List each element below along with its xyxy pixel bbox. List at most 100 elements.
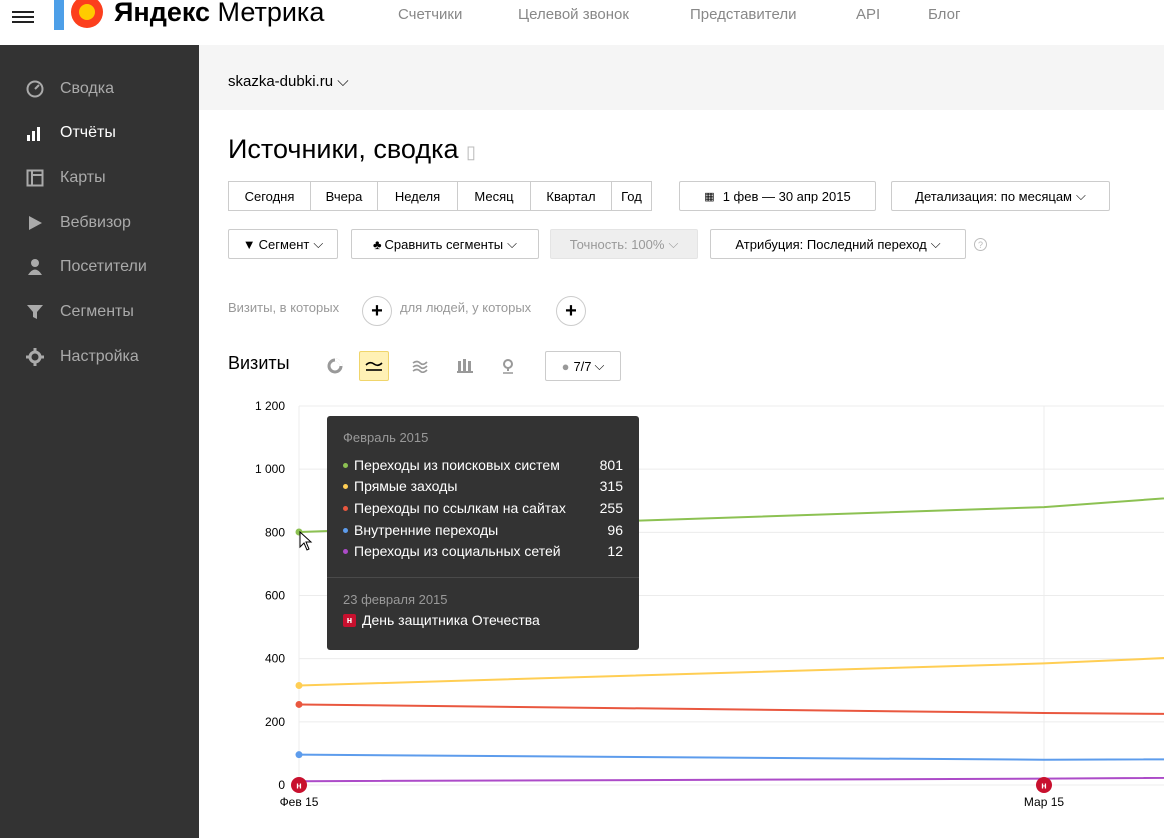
chevron-down-icon: ⌵	[594, 358, 605, 373]
series-dot	[343, 527, 348, 533]
chevron-down-icon: ⌵	[507, 236, 518, 251]
sidebar-item-webvisor[interactable]: Вебвизор	[0, 203, 199, 243]
series-dot	[343, 548, 348, 554]
compare-segments-dropdown[interactable]: ♣ Сравнить сегменты ⌵	[351, 229, 539, 259]
y-axis-ticks: 0 200 400 600 800 1 000 1 200	[255, 399, 285, 792]
sidebar-item-label: Вебвизор	[60, 214, 131, 231]
help-icon[interactable]: ?	[974, 238, 987, 251]
sidebar-item-reports[interactable]: Отчёты	[0, 113, 199, 153]
tooltip-row: Внутренние переходы 96	[343, 520, 623, 540]
x-axis-ticks: Фев 15 Мар 15	[280, 795, 1065, 809]
holiday-name: День защитника Отечества	[362, 612, 540, 628]
attribution-dropdown[interactable]: Атрибуция: Последний переход ⌵	[710, 229, 966, 259]
holiday-marker-label: н	[296, 781, 301, 791]
holiday-marker-label: н	[1041, 781, 1046, 791]
tooltip-label: Переходы по ссылкам на сайтах	[354, 500, 566, 516]
series-dot	[343, 483, 348, 489]
filter-icon: ▼	[242, 236, 256, 252]
date-range-label: 1 фев — 30 апр 2015	[722, 188, 851, 204]
holiday-marker[interactable]: н	[1036, 777, 1052, 793]
period-today[interactable]: Сегодня	[228, 181, 311, 211]
speech-bubble-icon: ●	[561, 358, 570, 374]
pie-chart-icon[interactable]	[320, 351, 350, 381]
sidebar-item-maps[interactable]: Карты	[0, 158, 199, 198]
series-point[interactable]	[295, 700, 303, 708]
sidebar-item-label: Отчёты	[60, 124, 116, 141]
tooltip-row: Переходы по ссылкам на сайтах 255	[343, 498, 623, 518]
user-icon	[28, 259, 42, 275]
tooltip-value: 801	[599, 457, 623, 473]
top-bar: Яндекс Метрика Счетчики Целевой звонок П…	[0, 0, 1164, 45]
x-tick-label: Мар 15	[1024, 795, 1064, 809]
period-month[interactable]: Месяц	[458, 181, 531, 211]
tooltip-divider	[327, 577, 639, 578]
tooltip-holiday: н День защитника Отечества	[343, 612, 540, 628]
counter-selector[interactable]: skazka-dubki.ru ⌵	[228, 73, 349, 90]
segment-dropdown[interactable]: ▼ Сегмент ⌵	[228, 229, 338, 259]
sidebar-item-visitors[interactable]: Посетители	[0, 247, 199, 287]
tooltip-value: 315	[599, 478, 623, 494]
nav-representatives[interactable]: Представители	[690, 6, 796, 23]
tooltip-value: 96	[607, 522, 623, 538]
bar-chart-icon[interactable]	[450, 351, 480, 381]
period-week[interactable]: Неделя	[378, 181, 458, 211]
mouse-cursor-icon	[299, 531, 313, 551]
sidebar-item-segments[interactable]: Сегменты	[0, 292, 199, 332]
yandex-logo-icon[interactable]	[54, 0, 104, 36]
gear-icon	[26, 348, 44, 366]
brand-title[interactable]: Яндекс Метрика	[114, 0, 324, 28]
detail-dropdown[interactable]: Детализация: по месяцам ⌵	[891, 181, 1110, 211]
series-dot	[343, 462, 348, 468]
y-tick-label: 400	[265, 652, 285, 666]
compare-label: Сравнить сегменты	[384, 236, 504, 252]
segment-label: Сегмент	[258, 236, 310, 252]
y-tick-label: 1 000	[255, 462, 285, 476]
period-quarter[interactable]: Квартал	[531, 181, 612, 211]
nav-blog[interactable]: Блог	[928, 6, 960, 23]
series-point[interactable]	[295, 751, 303, 759]
dashboard-icon	[26, 80, 44, 98]
counter-bar: skazka-dubki.ru ⌵	[199, 45, 1164, 110]
tooltip-label: Переходы из поисковых систем	[354, 457, 560, 473]
menu-icon[interactable]	[12, 8, 34, 26]
counter-name: skazka-dubki.ru	[228, 73, 334, 90]
chart-tooltip: Февраль 2015 Переходы из поисковых систе…	[327, 416, 639, 650]
tooltip-label: Переходы из социальных сетей	[354, 543, 561, 559]
holiday-badge-icon: н	[343, 613, 356, 627]
series-point[interactable]	[295, 682, 303, 690]
map-marker-icon[interactable]	[493, 351, 523, 381]
maps-icon	[26, 169, 44, 187]
sidebar-item-settings[interactable]: Настройка	[0, 337, 199, 377]
series-selector[interactable]: ● 7/7 ⌵	[545, 351, 621, 381]
sidebar-item-label: Сегменты	[60, 303, 134, 320]
nav-api[interactable]: API	[856, 6, 880, 23]
sidebar-item-label: Сводка	[60, 80, 115, 97]
page-title: Источники, сводка ▯	[228, 134, 476, 165]
accuracy-dropdown[interactable]: Точность: 100% ⌵	[550, 229, 698, 259]
sidebar-item-label: Карты	[60, 169, 106, 186]
filter-icon	[27, 305, 43, 319]
date-range-picker[interactable]: ▦ 1 фев — 30 апр 2015	[679, 181, 876, 211]
period-year[interactable]: Год	[612, 181, 652, 211]
series-line[interactable]	[298, 774, 1164, 783]
series-dot	[343, 505, 348, 511]
area-chart-icon[interactable]	[405, 351, 435, 381]
series-line[interactable]	[298, 753, 1164, 761]
brand-bold: Яндекс	[114, 0, 211, 27]
bookmark-icon[interactable]: ▯	[466, 142, 476, 162]
nav-target-call[interactable]: Целевой звонок	[518, 6, 629, 23]
nav-counters[interactable]: Счетчики	[398, 6, 462, 23]
period-yesterday[interactable]: Вчера	[311, 181, 378, 211]
add-visit-condition-button[interactable]: +	[362, 296, 392, 326]
holiday-marker[interactable]: н	[291, 777, 307, 793]
y-tick-label: 200	[265, 715, 285, 729]
sidebar-item-summary[interactable]: Сводка	[0, 69, 199, 109]
line-chart-icon[interactable]	[359, 351, 389, 381]
compare-icon: ♣	[372, 236, 382, 252]
add-people-condition-button[interactable]: +	[556, 296, 586, 326]
y-tick-label: 800	[265, 525, 285, 539]
page-title-text: Источники, сводка	[228, 134, 459, 164]
series-line[interactable]	[298, 703, 1164, 718]
chart-title: Визиты	[228, 353, 290, 373]
tooltip-value: 255	[599, 500, 623, 516]
